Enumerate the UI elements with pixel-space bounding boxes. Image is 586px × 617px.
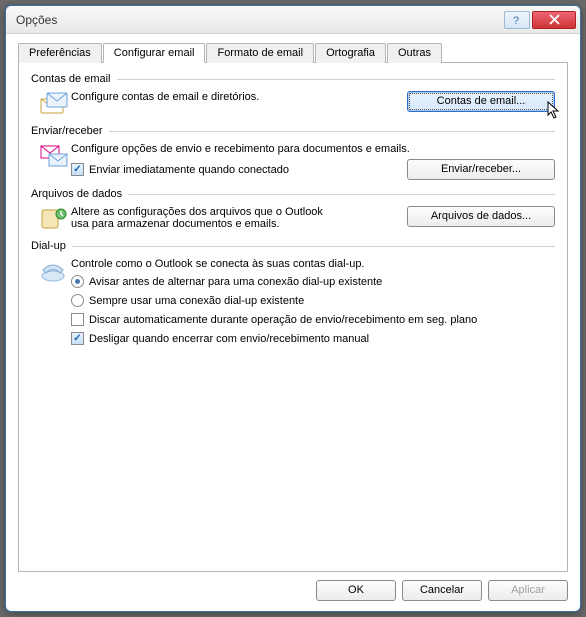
- checkbox-icon: [71, 332, 84, 345]
- options-dialog: Opções ? Preferências Configurar email F…: [5, 5, 581, 612]
- tab-ortografia[interactable]: Ortografia: [315, 43, 386, 63]
- datafiles-desc: Altere as configurações dos arquivos que…: [71, 206, 331, 230]
- radio-icon: [71, 275, 84, 288]
- dialup-desc: Controle como o Outlook se conecta às su…: [71, 258, 555, 270]
- email-accounts-button[interactable]: Contas de email...: [407, 91, 555, 112]
- window-title: Opções: [16, 13, 504, 27]
- titlebar[interactable]: Opções ?: [6, 6, 580, 34]
- tab-strip: Preferências Configurar email Formato de…: [18, 43, 568, 63]
- close-button[interactable]: [532, 11, 576, 29]
- dialog-footer: OK Cancelar Aplicar: [18, 572, 568, 601]
- accounts-desc: Configure contas de email e diretórios.: [71, 91, 407, 103]
- svg-text:?: ?: [513, 15, 519, 26]
- close-icon: [549, 14, 560, 25]
- group-sendrecv-label: Enviar/receber: [31, 125, 555, 137]
- ok-button[interactable]: OK: [316, 580, 396, 601]
- group-datafiles-label: Arquivos de dados: [31, 188, 555, 200]
- checkbox-icon: [71, 163, 84, 176]
- dialup-hangup-checkbox[interactable]: Desligar quando encerrar com envio/receb…: [71, 331, 555, 346]
- checkbox-icon: [71, 313, 84, 326]
- send-receive-button[interactable]: Enviar/receber...: [407, 159, 555, 180]
- tab-panel: Contas de email Configure contas de emai…: [18, 62, 568, 572]
- tab-configurar-email[interactable]: Configurar email: [103, 43, 206, 63]
- phone-icon: [39, 258, 69, 284]
- data-files-button[interactable]: Arquivos de dados...: [407, 206, 555, 227]
- tab-outras[interactable]: Outras: [387, 43, 442, 63]
- dialup-autodial-checkbox[interactable]: Discar automaticamente durante operação …: [71, 312, 555, 327]
- group-accounts-label: Contas de email: [31, 73, 555, 85]
- apply-button[interactable]: Aplicar: [488, 580, 568, 601]
- dialup-radio-always[interactable]: Sempre usar uma conexão dial-up existent…: [71, 293, 555, 308]
- sendrecv-desc: Configure opções de envio e recebimento …: [71, 143, 555, 155]
- help-icon: ?: [512, 14, 522, 26]
- envelope-icon: [39, 91, 69, 117]
- group-dialup-label: Dial-up: [31, 240, 555, 252]
- tab-preferencias[interactable]: Preferências: [18, 43, 102, 63]
- cancel-button[interactable]: Cancelar: [402, 580, 482, 601]
- tab-formato-de-email[interactable]: Formato de email: [206, 43, 314, 63]
- dialup-radio-warn[interactable]: Avisar antes de alternar para uma conexã…: [71, 274, 555, 289]
- data-files-icon: [39, 206, 69, 232]
- send-receive-icon: [39, 143, 69, 169]
- radio-icon: [71, 294, 84, 307]
- help-button[interactable]: ?: [504, 11, 530, 29]
- send-immediate-checkbox[interactable]: Enviar imediatamente quando conectado: [71, 162, 407, 177]
